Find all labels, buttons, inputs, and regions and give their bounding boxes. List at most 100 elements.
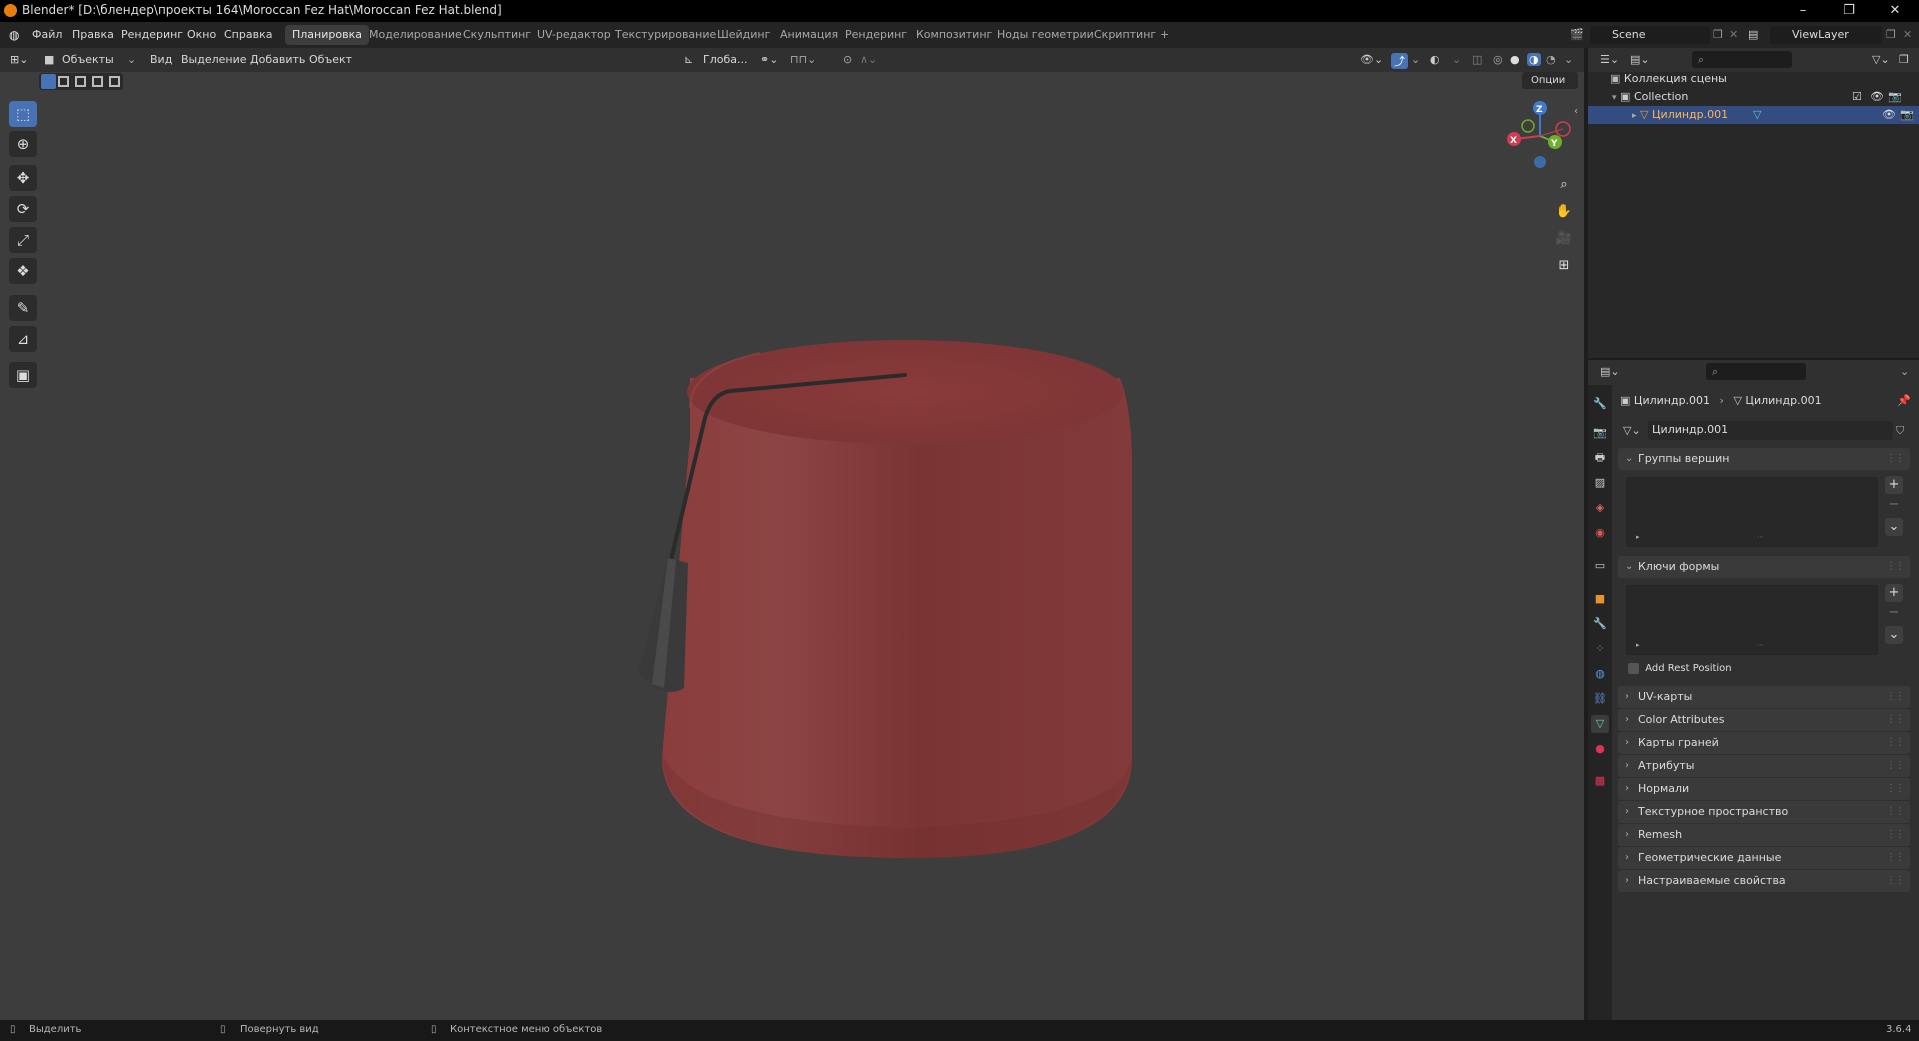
fake-user-shield-icon[interactable]: ⛉ xyxy=(1896,424,1904,438)
editor-type-icon[interactable]: ⊞⌄ xyxy=(10,53,28,66)
add-shape-key-button[interactable]: + xyxy=(1885,584,1903,602)
constraints-tab-icon[interactable]: ⛓ xyxy=(1591,690,1609,708)
drag-grip-icon[interactable]: ⋮⋮ xyxy=(1886,870,1905,892)
drag-grip-icon[interactable]: ⋮⋮ xyxy=(1886,801,1905,823)
tab-texture-paint[interactable]: Текстурирование xyxy=(608,25,723,45)
rendered-shading-icon[interactable]: ◔ xyxy=(1546,53,1556,66)
normals-panel-header[interactable]: › Нормали ⋮⋮ xyxy=(1618,778,1910,800)
world-tab-icon[interactable]: ◉ xyxy=(1591,524,1609,542)
custom-properties-panel-header[interactable]: › Настраиваемые свойства ⋮⋮ xyxy=(1618,870,1910,892)
object-row-selected[interactable]: ▸ ▽ Цилиндр.001 ▽ 👁 📷 xyxy=(1588,106,1919,124)
list-resize-grip-icon[interactable]: ⋯ xyxy=(1757,533,1764,541)
add-rest-position-row[interactable]: Add Rest Position xyxy=(1628,662,1732,676)
view-layer-tab-icon[interactable]: ▨ xyxy=(1591,474,1609,492)
new-scene-icon[interactable]: ❐ xyxy=(1713,28,1723,41)
shape-key-specials-button[interactable]: ⌄ xyxy=(1885,626,1903,644)
wireframe-shading-icon[interactable]: ◎ xyxy=(1493,53,1503,66)
tab-animation[interactable]: Анимация xyxy=(773,25,845,45)
texture-space-panel-header[interactable]: › Текстурное пространство ⋮⋮ xyxy=(1618,801,1910,823)
pin-icon[interactable]: 📌 xyxy=(1897,394,1911,407)
move-tool-icon[interactable]: ✥ xyxy=(9,165,37,191)
tab-scripting[interactable]: Скриптинг xyxy=(1087,25,1163,45)
color-attributes-panel-header[interactable]: › Color Attributes ⋮⋮ xyxy=(1618,709,1910,731)
delete-scene-icon[interactable]: ✕ xyxy=(1729,28,1738,41)
camera-view-icon[interactable]: 🎥 xyxy=(1553,228,1575,250)
mesh-data-tab-icon[interactable]: ▽ xyxy=(1591,715,1609,733)
object-eye-icon[interactable]: 👁 xyxy=(1882,106,1896,124)
tab-rendering[interactable]: Рендеринг xyxy=(838,25,914,45)
drag-grip-icon[interactable]: ⋮⋮ xyxy=(1886,755,1905,777)
viewport-menu-add[interactable]: Добавить xyxy=(250,53,305,66)
filter-icon[interactable]: ▽⌄ xyxy=(1872,53,1890,66)
particles-tab-icon[interactable]: ⁘ xyxy=(1591,640,1609,658)
outliner-search-input[interactable]: ⌕ xyxy=(1692,51,1792,68)
tab-shading[interactable]: Шейдинг xyxy=(710,25,777,45)
eye-icon[interactable]: 👁 xyxy=(1870,88,1884,106)
material-preview-icon[interactable]: ◑ xyxy=(1527,53,1541,66)
pan-hand-icon[interactable]: ✋ xyxy=(1553,201,1575,223)
menu-render[interactable]: Рендеринг xyxy=(121,28,183,41)
list-expand-arrow-icon[interactable]: ▸ xyxy=(1636,533,1640,541)
navigation-gizmo[interactable]: Z X Y xyxy=(1500,96,1580,176)
tool-tab-icon[interactable]: 🔧 xyxy=(1591,395,1609,413)
viewport-menu-view[interactable]: Вид xyxy=(150,53,172,66)
minimize-button[interactable]: – xyxy=(1780,0,1826,22)
menu-file[interactable]: Файл xyxy=(32,28,62,41)
output-tab-icon[interactable]: 🖶 xyxy=(1591,449,1609,467)
viewport-options-button[interactable]: Опции xyxy=(1522,72,1578,89)
viewport-menu-select[interactable]: Выделение xyxy=(181,53,247,66)
face-maps-panel-header[interactable]: › Карты граней ⋮⋮ xyxy=(1618,732,1910,754)
tab-geometry-nodes[interactable]: Ноды геометрии xyxy=(990,25,1101,45)
properties-search-input[interactable]: ⌕ xyxy=(1706,363,1806,380)
cursor-tool-icon[interactable]: ⊕ xyxy=(9,131,37,157)
expand-arrow-icon[interactable]: ▸ xyxy=(1632,111,1637,121)
scene-collection-row[interactable]: ▣ Коллекция сцены xyxy=(1610,70,1727,88)
material-tab-icon[interactable]: ● xyxy=(1591,740,1609,758)
rotate-tool-icon[interactable]: ⟳ xyxy=(9,196,37,222)
tab-compositing[interactable]: Композитинг xyxy=(909,25,999,45)
object-tab-icon[interactable]: ■ xyxy=(1591,590,1609,608)
select-subtract-icon[interactable] xyxy=(75,76,86,87)
mesh-datablock-icon[interactable]: ▽⌄ xyxy=(1623,424,1641,437)
viewlayer-selector-icon[interactable]: ▤ xyxy=(1748,28,1758,41)
select-invert-icon[interactable] xyxy=(92,76,103,87)
gizmo-toggle-icon[interactable]: ⤴ xyxy=(1391,53,1408,69)
select-extend-icon[interactable] xyxy=(58,76,69,87)
pivot-point-icon[interactable]: ⚭⌄ xyxy=(760,53,778,66)
uv-maps-panel-header[interactable]: › UV-карты ⋮⋮ xyxy=(1618,686,1910,708)
new-collection-icon[interactable]: ❐ xyxy=(1899,53,1909,66)
visibility-icon[interactable]: 👁⌄ xyxy=(1360,53,1383,66)
scene-name-field[interactable]: Scene xyxy=(1590,26,1710,44)
blender-menu-icon[interactable]: ◍ xyxy=(9,28,19,42)
drag-grip-icon[interactable]: ⋮⋮ xyxy=(1886,556,1905,578)
overlays-icon[interactable]: ◐ xyxy=(1430,53,1440,66)
collection-row[interactable]: ▾ ▣ Collection ☑ 👁 📷 xyxy=(1612,88,1917,106)
remesh-panel-header[interactable]: › Remesh ⋮⋮ xyxy=(1618,824,1910,846)
menu-window[interactable]: Окно xyxy=(187,28,216,41)
mode-selector[interactable]: Объекты xyxy=(62,53,114,66)
annotate-tool-icon[interactable]: ✎ xyxy=(9,295,37,321)
viewport-menu-object[interactable]: Объект xyxy=(309,53,352,66)
falloff-icon[interactable]: ∧⌄ xyxy=(860,53,877,66)
transform-tool-icon[interactable]: ❖ xyxy=(9,258,37,284)
scale-tool-icon[interactable]: ⤢ xyxy=(9,227,37,253)
gizmo-dropdown-icon[interactable]: ⌄ xyxy=(1411,53,1420,66)
vertex-groups-list[interactable]: ▸ ⋯ xyxy=(1626,477,1878,547)
zoom-icon[interactable]: ⌕ xyxy=(1553,174,1575,196)
vertex-groups-panel-header[interactable]: ⌄ Группы вершин ⋮⋮ xyxy=(1618,448,1910,470)
measure-tool-icon[interactable]: ⊿ xyxy=(9,326,37,352)
attributes-panel-header[interactable]: › Атрибуты ⋮⋮ xyxy=(1618,755,1910,777)
shading-dropdown-icon[interactable]: ⌄ xyxy=(1564,53,1573,66)
drag-grip-icon[interactable]: ⋮⋮ xyxy=(1886,686,1905,708)
perspective-grid-icon[interactable]: ⊞ xyxy=(1553,255,1575,277)
3d-viewport[interactable] xyxy=(0,48,1584,1020)
select-box-tool-icon[interactable]: ⬚ xyxy=(9,101,37,127)
drag-grip-icon[interactable]: ⋮⋮ xyxy=(1886,824,1905,846)
transform-orientation-selector[interactable]: Глоба... xyxy=(703,53,747,66)
modifier-tab-icon[interactable]: 🔧 xyxy=(1591,615,1609,633)
select-intersect-icon[interactable] xyxy=(109,76,120,87)
maximize-button[interactable]: ❐ xyxy=(1826,0,1872,22)
drag-grip-icon[interactable]: ⋮⋮ xyxy=(1886,732,1905,754)
properties-editor-type-icon[interactable]: ▤⌄ xyxy=(1600,365,1620,378)
display-mode-icon[interactable]: ▤⌄ xyxy=(1630,53,1650,66)
